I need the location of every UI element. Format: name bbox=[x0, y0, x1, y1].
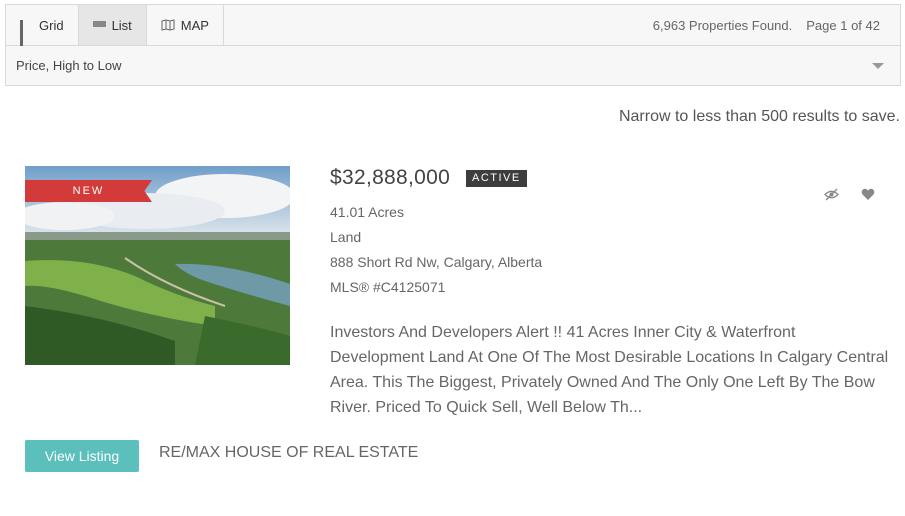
tab-map[interactable]: MAP bbox=[147, 5, 224, 45]
tab-grid-label: Grid bbox=[39, 17, 64, 33]
map-icon bbox=[161, 19, 175, 31]
brokerage-name: RE/MAX HOUSE OF REAL ESTATE bbox=[159, 444, 419, 461]
results-info: 6,963 Properties Found. Page 1 of 42 bbox=[653, 5, 900, 45]
page-info: Page 1 of 42 bbox=[806, 17, 880, 33]
status-badge: ACTIVE bbox=[466, 170, 527, 187]
listing-price: $32,888,000 bbox=[330, 166, 451, 189]
new-badge: NEW bbox=[25, 180, 152, 202]
sort-selected-value: Price, High to Low bbox=[16, 58, 122, 73]
listing-acres: 41.01 Acres bbox=[330, 204, 404, 220]
results-count: 6,963 Properties Found. bbox=[652, 17, 793, 33]
heart-icon[interactable] bbox=[861, 188, 875, 206]
listing-mls: MLS® #C4125071 bbox=[330, 279, 446, 295]
listing-address: 888 Short Rd Nw, Calgary, Alberta bbox=[330, 254, 543, 270]
view-toolbar: Grid List MAP 6,963 Properties Found. Pa… bbox=[5, 4, 901, 47]
grid-icon bbox=[20, 19, 33, 47]
chevron-down-icon bbox=[872, 62, 884, 69]
tab-map-label: MAP bbox=[180, 17, 209, 33]
tab-list-label: List bbox=[111, 17, 132, 33]
listing-photo[interactable]: NEW bbox=[25, 166, 290, 365]
view-listing-button[interactable]: View Listing bbox=[25, 440, 139, 472]
listing-type: Land bbox=[330, 229, 362, 245]
sort-select[interactable]: Price, High to Low bbox=[5, 46, 901, 86]
save-search-notice: Narrow to less than 500 results to save. bbox=[618, 108, 900, 125]
listing-description: Investors And Developers Alert !! 41 Acr… bbox=[330, 324, 889, 416]
hide-icon[interactable] bbox=[824, 188, 839, 206]
tab-list[interactable]: List bbox=[78, 5, 147, 45]
list-icon bbox=[92, 20, 106, 31]
tab-grid[interactable]: Grid bbox=[6, 5, 79, 47]
